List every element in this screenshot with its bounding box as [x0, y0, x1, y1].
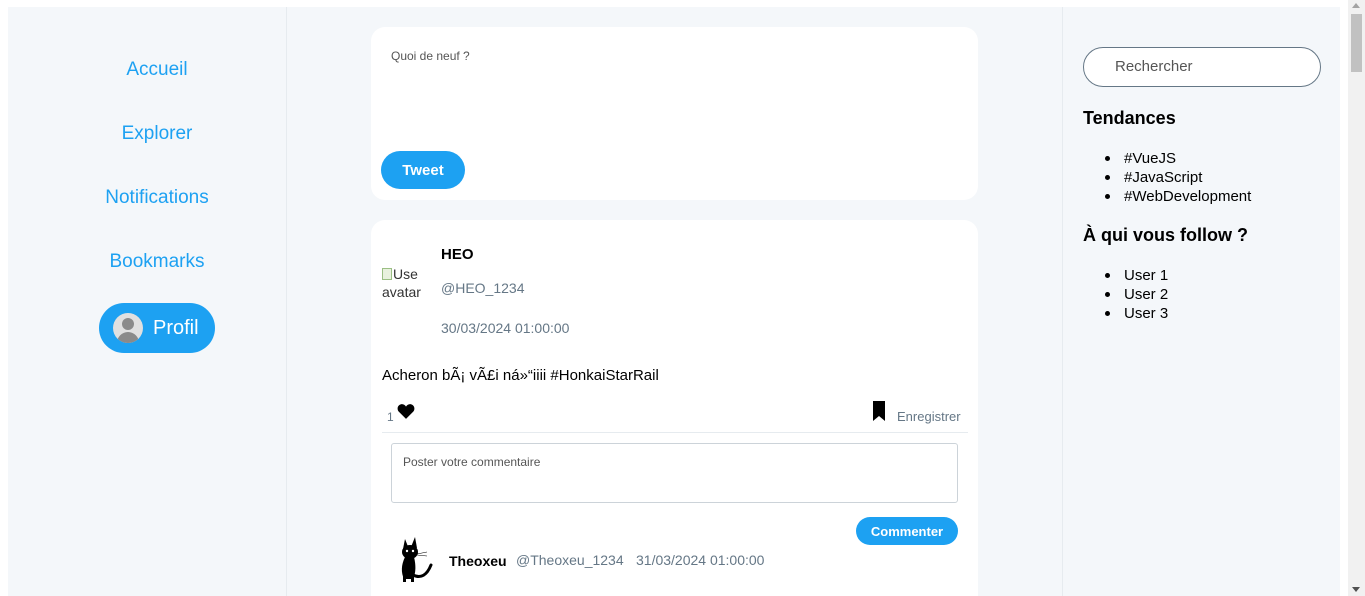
- black-cat-avatar: [401, 537, 433, 582]
- like-count: 1: [387, 410, 394, 424]
- divider: [382, 432, 968, 433]
- user-silhouette-icon: [113, 313, 143, 343]
- tweet-input[interactable]: Quoi de neuf ?: [391, 49, 951, 63]
- trend-item[interactable]: #WebDevelopment: [1103, 187, 1251, 206]
- page-scrollbar[interactable]: [1348, 0, 1365, 596]
- post-date: 30/03/2024 01:00:00: [441, 320, 570, 336]
- comment-input[interactable]: Poster votre commentaire: [391, 443, 958, 503]
- tweet-composer: Quoi de neuf ? Tweet: [371, 27, 978, 200]
- trends-list: #VueJS #JavaScript #WebDevelopment: [1103, 149, 1251, 206]
- heart-icon[interactable]: [397, 403, 415, 419]
- trend-item[interactable]: #JavaScript: [1103, 168, 1251, 187]
- search-input[interactable]: Rechercher: [1083, 47, 1321, 87]
- avatar-alt-text: avatar: [382, 284, 421, 300]
- nav-item-notifications[interactable]: Notifications: [8, 187, 306, 209]
- follow-item[interactable]: User 3: [1103, 304, 1168, 323]
- avatar-alt-text: Use: [393, 266, 418, 282]
- nav-item-label: Bookmarks: [109, 251, 205, 272]
- comment-author-name[interactable]: Theoxeu: [449, 553, 507, 569]
- tweet-button[interactable]: Tweet: [381, 151, 465, 189]
- follow-title: À qui vous follow ?: [1083, 225, 1248, 245]
- post-text: Acheron bÃ¡ vÃ£i ná»“iiii #HonkaiStarRai…: [382, 367, 659, 384]
- right-sidebar: Rechercher Tendances #VueJS #JavaScript …: [1062, 7, 1340, 596]
- bookmark-icon[interactable]: [873, 401, 885, 421]
- follow-item[interactable]: User 1: [1103, 266, 1168, 285]
- nav-item-bookmarks[interactable]: Bookmarks: [8, 251, 306, 273]
- post-author-name[interactable]: HEO: [441, 246, 474, 263]
- nav-item-label: Accueil: [126, 59, 188, 80]
- profile-label: Profil: [153, 316, 199, 339]
- nav-item-label: Explorer: [121, 123, 193, 144]
- follow-item[interactable]: User 2: [1103, 285, 1168, 304]
- broken-image-icon: [382, 268, 392, 280]
- app-frame: Accueil Explorer Notifications Bookmarks…: [8, 7, 1340, 596]
- left-nav: Accueil Explorer Notifications Bookmarks…: [8, 7, 287, 596]
- follow-list: User 1 User 2 User 3: [1103, 266, 1168, 323]
- comment-date: 31/03/2024 01:00:00: [636, 552, 765, 568]
- comment-author-handle: @Theoxeu_1234: [516, 552, 624, 568]
- scroll-down-arrow-icon[interactable]: [1352, 587, 1360, 592]
- post-avatar: Use avatar: [382, 265, 428, 305]
- scroll-up-arrow-icon[interactable]: [1352, 3, 1360, 8]
- nav-item-explorer[interactable]: Explorer: [8, 123, 306, 145]
- post-author-handle: @HEO_1234: [441, 280, 525, 296]
- post-card: Use avatar HEO @HEO_1234 30/03/2024 01:00…: [371, 220, 978, 596]
- nav-item-label: Notifications: [105, 187, 209, 208]
- profile-button[interactable]: Profil: [99, 303, 215, 353]
- nav-item-accueil[interactable]: Accueil: [8, 59, 306, 81]
- trend-item[interactable]: #VueJS: [1103, 149, 1251, 168]
- trends-title: Tendances: [1083, 108, 1176, 128]
- comment-button[interactable]: Commenter: [856, 517, 958, 545]
- scrollbar-thumb[interactable]: [1351, 14, 1362, 72]
- save-button[interactable]: Enregistrer: [897, 409, 961, 424]
